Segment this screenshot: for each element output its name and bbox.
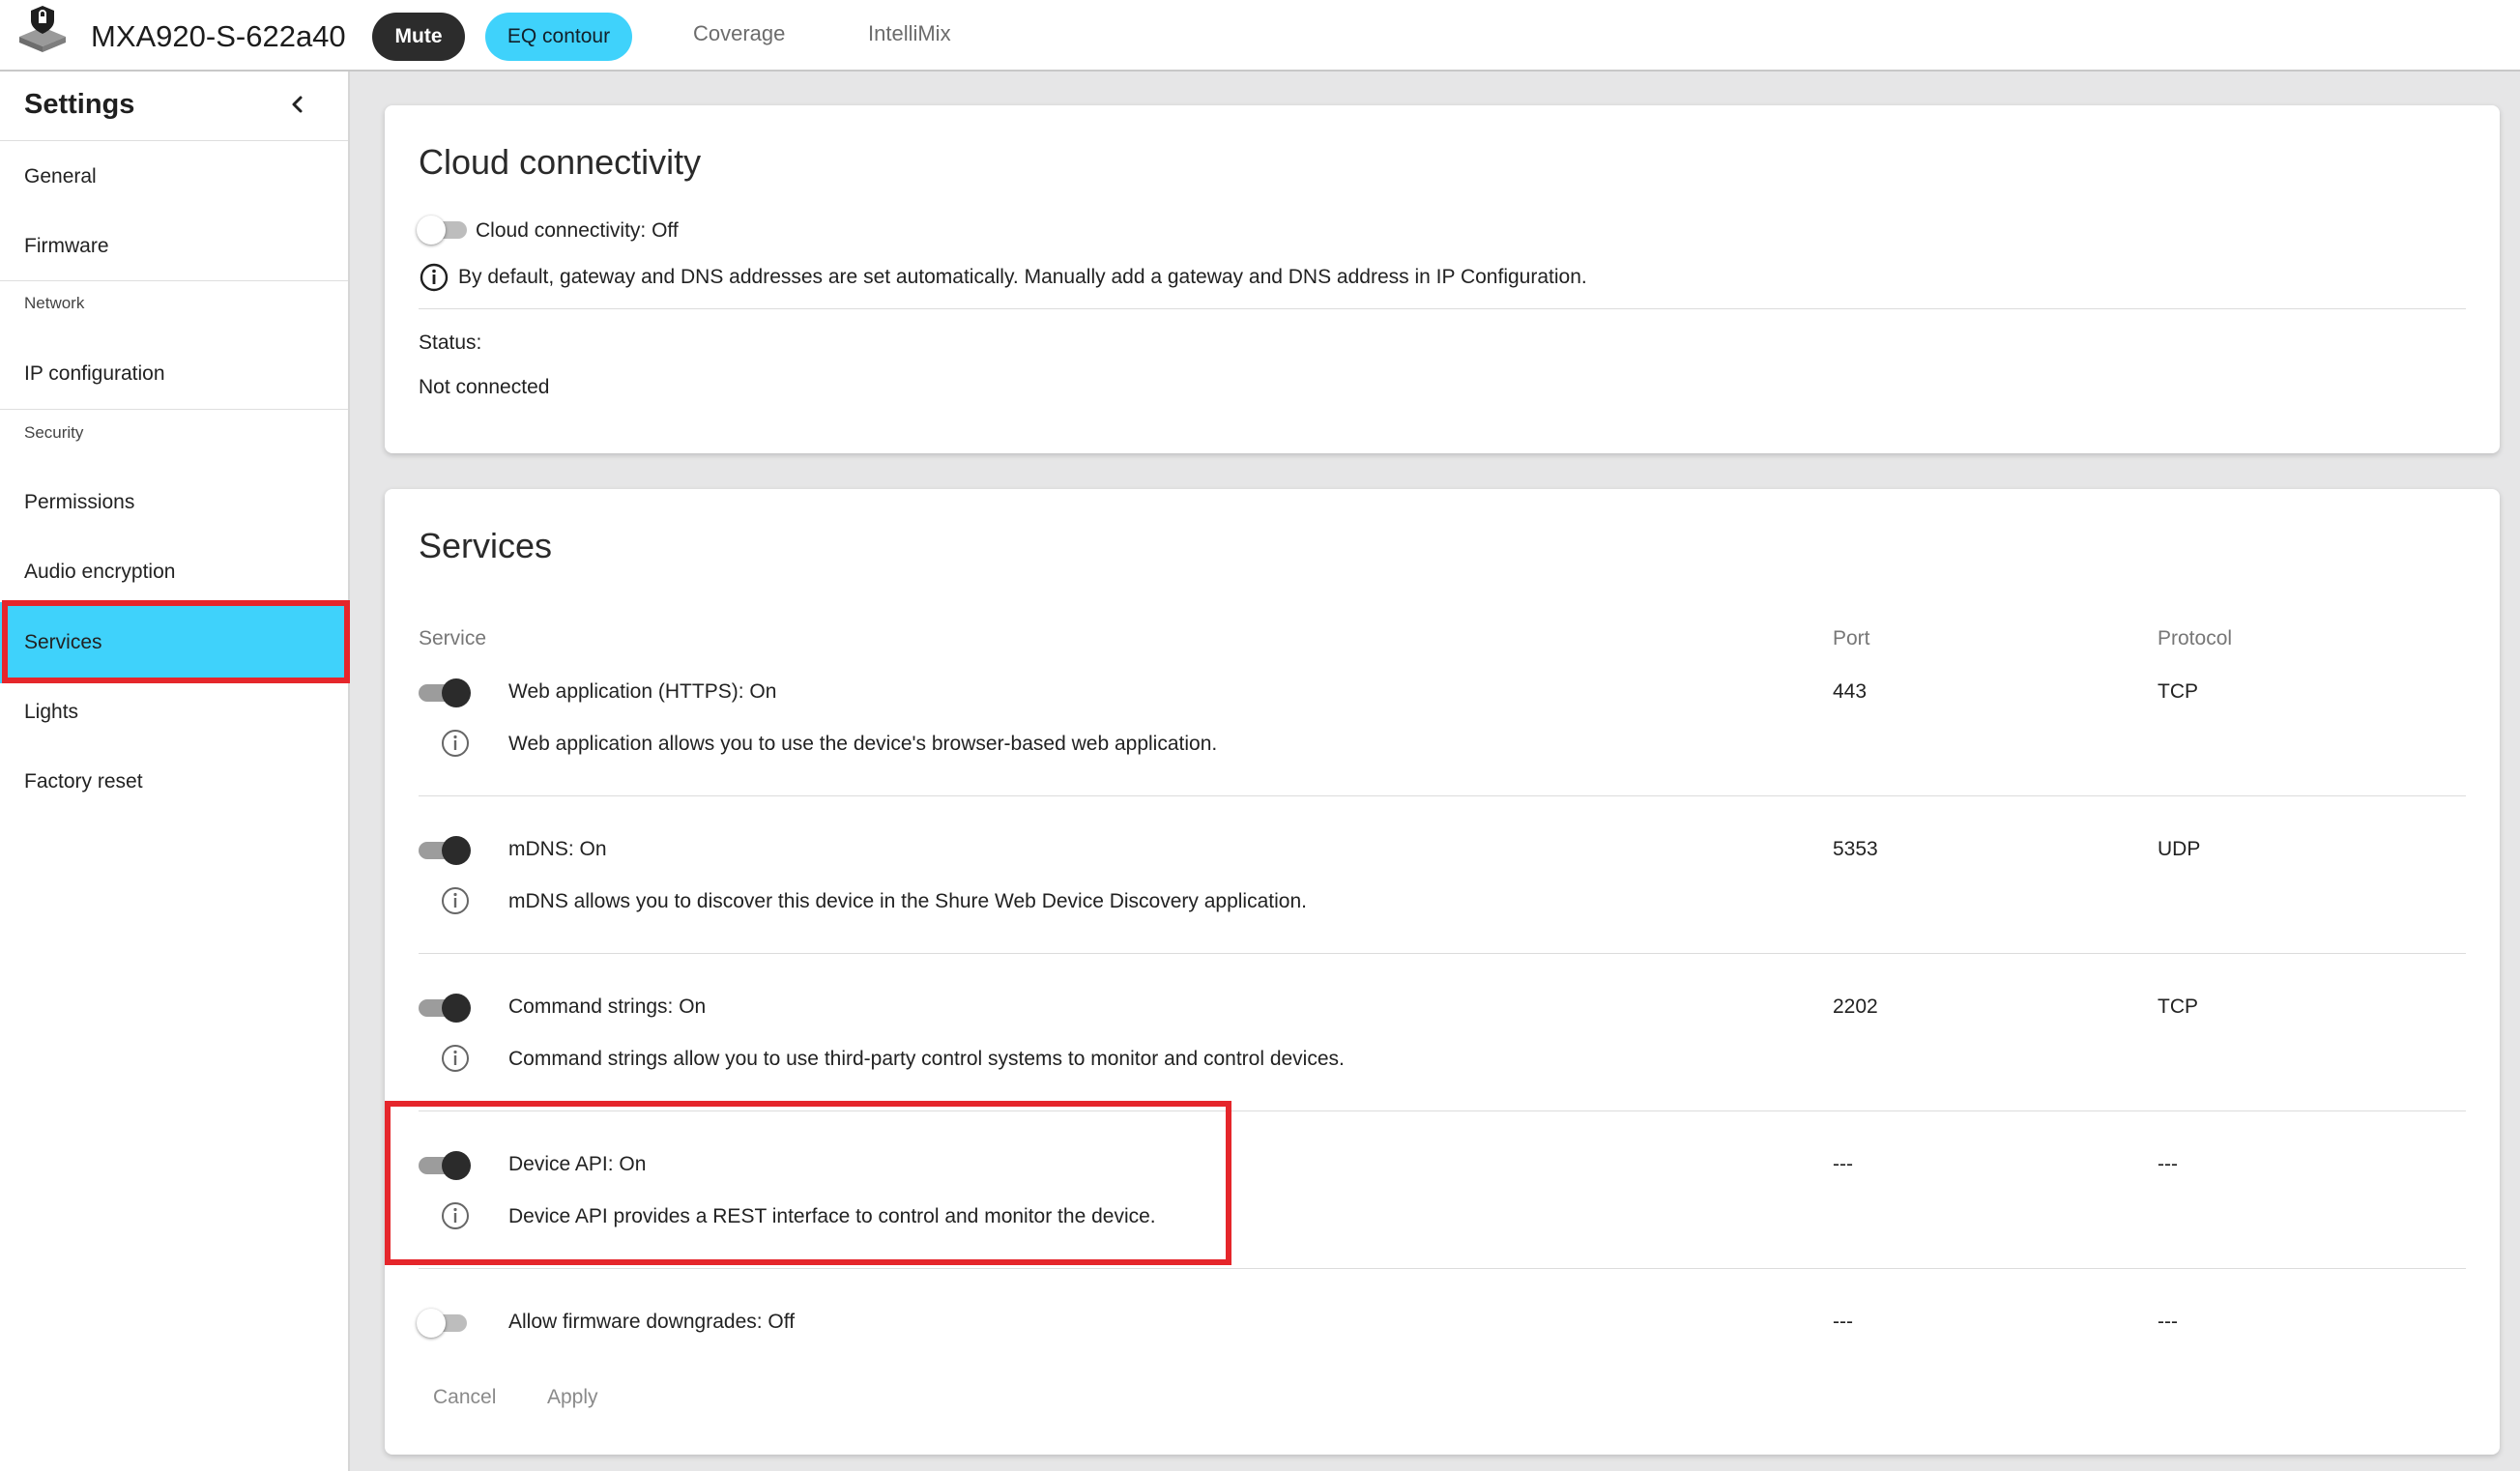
sidebar-item-label: Permissions xyxy=(24,491,135,513)
info-icon xyxy=(442,730,469,757)
service-description: Web application allows you to use the de… xyxy=(508,733,1218,755)
service-description: Command strings allow you to use third-p… xyxy=(508,1048,1345,1070)
cloud-connectivity-toggle[interactable] xyxy=(417,214,471,245)
device-name: MXA920-S-622a40 xyxy=(91,19,346,53)
toggle-knob xyxy=(417,216,446,245)
sidebar-divider xyxy=(0,280,348,281)
eq-contour-button[interactable]: EQ contour xyxy=(485,13,632,61)
top-bar: MXA920-S-622a40 Mute EQ contour Coverage… xyxy=(0,0,2520,72)
sidebar-item-lights[interactable]: Lights xyxy=(0,678,348,746)
chevron-left-icon[interactable] xyxy=(284,91,311,118)
service-label: Device API: On xyxy=(508,1153,647,1175)
status-label: Status: xyxy=(419,332,482,354)
sidebar-item-label: Audio encryption xyxy=(24,561,176,583)
service-description: Device API provides a REST interface to … xyxy=(508,1205,1156,1227)
sidebar-item-factory-reset[interactable]: Factory reset xyxy=(0,748,348,816)
info-icon xyxy=(420,263,449,292)
web-application-toggle[interactable] xyxy=(417,677,471,707)
cloud-divider xyxy=(419,308,2466,309)
toggle-knob xyxy=(417,1309,446,1338)
row-divider xyxy=(419,795,2466,796)
services-title: Services xyxy=(419,526,553,565)
service-protocol: --- xyxy=(2158,1153,2178,1175)
cloud-connectivity-card: Cloud connectivity Cloud connectivity: O… xyxy=(385,105,2500,453)
service-label: Command strings: On xyxy=(508,995,707,1018)
sidebar-divider xyxy=(0,409,348,410)
shure-device-logo-icon xyxy=(19,6,66,52)
sidebar-item-firmware[interactable]: Firmware xyxy=(0,213,348,280)
sidebar-section-security: Security xyxy=(24,423,84,442)
cancel-button[interactable]: Cancel xyxy=(433,1386,496,1409)
command-strings-toggle[interactable] xyxy=(417,992,471,1023)
cloud-connectivity-label: Cloud connectivity: Off xyxy=(476,219,679,242)
sidebar-item-label: IP configuration xyxy=(24,362,165,385)
sidebar-item-label: General xyxy=(24,165,97,187)
service-protocol: TCP xyxy=(2158,995,2198,1018)
service-label: mDNS: On xyxy=(508,838,607,860)
toggle-knob xyxy=(442,836,471,865)
service-port: --- xyxy=(1833,1153,1853,1175)
sidebar-title: Settings xyxy=(24,89,135,120)
service-protocol: UDP xyxy=(2158,838,2201,860)
service-protocol: TCP xyxy=(2158,680,2198,703)
sidebar-divider xyxy=(0,140,348,141)
info-icon xyxy=(442,887,469,914)
row-divider xyxy=(419,1110,2466,1111)
sidebar-item-label: Lights xyxy=(24,701,79,723)
service-description: mDNS allows you to discover this device … xyxy=(508,890,1307,912)
service-port: 5353 xyxy=(1833,838,1878,860)
row-divider xyxy=(419,1268,2466,1269)
service-port: 443 xyxy=(1833,680,1868,703)
sidebar-item-label: Firmware xyxy=(24,235,109,257)
settings-sidebar: Settings General Firmware Network IP con… xyxy=(0,72,350,1471)
sidebar-item-label: Services xyxy=(24,631,102,653)
mute-button[interactable]: Mute xyxy=(372,13,465,61)
cloud-connectivity-title: Cloud connectivity xyxy=(419,142,702,182)
row-divider xyxy=(419,953,2466,954)
tab-coverage[interactable]: Coverage xyxy=(693,21,785,46)
service-protocol: --- xyxy=(2158,1311,2178,1333)
toggle-knob xyxy=(442,678,471,707)
service-port: 2202 xyxy=(1833,995,1878,1018)
sidebar-item-general[interactable]: General xyxy=(0,143,348,211)
services-card: Services Service Port Protocol Web appli… xyxy=(385,489,2500,1455)
sidebar-item-services[interactable]: Services xyxy=(0,602,348,683)
sidebar-item-audio-encryption[interactable]: Audio encryption xyxy=(0,538,348,606)
sidebar-item-ip-configuration[interactable]: IP configuration xyxy=(0,340,348,408)
service-label: Web application (HTTPS): On xyxy=(508,680,777,703)
service-port: --- xyxy=(1833,1311,1853,1333)
cloud-info-text: By default, gateway and DNS addresses ar… xyxy=(458,266,1587,288)
toggle-knob xyxy=(442,1151,471,1180)
info-icon xyxy=(442,1202,469,1229)
sidebar-section-network: Network xyxy=(24,294,85,312)
sidebar-item-label: Factory reset xyxy=(24,770,143,793)
column-header-port: Port xyxy=(1833,627,1870,649)
sidebar-item-permissions[interactable]: Permissions xyxy=(0,469,348,536)
tab-intellimix[interactable]: IntelliMix xyxy=(868,21,951,46)
service-label: Allow firmware downgrades: Off xyxy=(508,1311,796,1333)
firmware-downgrades-toggle[interactable] xyxy=(417,1307,471,1338)
toggle-knob xyxy=(442,994,471,1023)
mdns-toggle[interactable] xyxy=(417,834,471,865)
column-header-service: Service xyxy=(419,627,487,649)
apply-button[interactable]: Apply xyxy=(547,1386,598,1409)
info-icon xyxy=(442,1045,469,1072)
column-header-protocol: Protocol xyxy=(2158,627,2233,649)
device-api-toggle[interactable] xyxy=(417,1149,471,1180)
status-value: Not connected xyxy=(419,376,550,398)
